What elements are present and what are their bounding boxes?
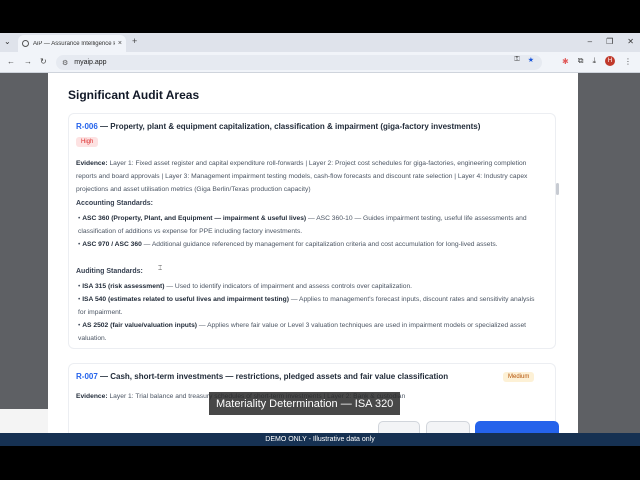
reload-icon[interactable]: ↻ [40, 57, 47, 66]
severity-badge-medium: Medium [503, 372, 535, 382]
left-white-strip [0, 409, 48, 433]
risk-title: — Property, plant & equipment capitaliza… [97, 122, 481, 131]
evidence-label: Evidence: [76, 393, 108, 400]
url-text: myaip.app [74, 59, 107, 66]
text-cursor-icon: ⌶ [158, 265, 163, 272]
evidence-text: Layer 1: Fixed asset register and capita… [76, 160, 528, 194]
severity-badge-high: High [76, 137, 99, 147]
page-title: Significant Audit Areas [68, 88, 200, 102]
risk-card-r006: R-006 — Property, plant & equipment capi… [68, 113, 556, 349]
video-caption-overlay: Materiality Determination — ISA 320 [209, 392, 401, 415]
auditing-standards-label: Auditing Standards: [76, 268, 143, 275]
bookmark-star-icon[interactable]: ★ [528, 56, 534, 64]
risk-heading: R-006 — Property, plant & equipment capi… [76, 122, 480, 131]
secondary-action-button[interactable] [426, 421, 470, 433]
accounting-standards-label: Accounting Standards: [76, 200, 154, 207]
forward-arrow-icon[interactable]: → [24, 57, 32, 66]
profile-avatar[interactable]: H [605, 56, 615, 66]
standard-name: ISA 315 (risk assessment) [82, 283, 165, 290]
restore-icon[interactable]: ❐ [606, 37, 613, 46]
new-tab-button[interactable]: + [132, 36, 137, 46]
standard-name: ASC 970 / ASC 360 [82, 241, 142, 248]
page-viewport: Significant Audit Areas R-006 — Property… [0, 73, 640, 433]
password-key-icon[interactable]: ⚿ [514, 56, 519, 64]
browser-menu-icon[interactable]: ⋮ [624, 57, 632, 66]
browser-tab-active[interactable]: AiP — Assurance Intelligence P × [18, 35, 126, 52]
address-bar[interactable]: ⚙ myaip.app ⚿ ★ [56, 55, 542, 70]
evidence-label: Evidence: [76, 160, 108, 167]
extension-icons: ✱ ⧉ ⤓ H ⋮ [562, 56, 632, 66]
bottom-letterbox [0, 446, 640, 480]
window-controls: – ❐ ✕ [588, 37, 634, 46]
tab-title: AiP — Assurance Intelligence P [33, 40, 115, 47]
extensions-puzzle-icon[interactable]: ⧉ [578, 56, 584, 66]
auditing-standard-item: • ISA 540 (estimates related to useful l… [78, 296, 535, 317]
accounting-standard-item: • ASC 360 (Property, Plant, and Equipmen… [78, 215, 527, 236]
primary-action-button[interactable] [475, 421, 559, 433]
site-info-icon[interactable]: ⚙ [62, 59, 68, 67]
secondary-action-button[interactable] [378, 421, 420, 433]
download-icon[interactable]: ⤓ [592, 56, 596, 66]
standard-name: ASC 360 (Property, Plant, and Equipment … [82, 215, 307, 222]
standard-desc: — Used to identify indicators of impairm… [164, 283, 413, 290]
risk-title: — Cash, short-term investments — restric… [97, 372, 449, 381]
content-scrollbar[interactable] [556, 183, 559, 195]
browser-tabstrip: ⌄ AiP — Assurance Intelligence P × + – ❐… [0, 33, 640, 52]
significant-audit-areas-panel: Significant Audit Areas R-006 — Property… [48, 73, 578, 433]
standard-name: ISA 540 (estimates related to useful liv… [82, 296, 289, 303]
risk-id-link[interactable]: R-006 [76, 122, 98, 131]
accounting-standard-item: • ASC 970 / ASC 360 — Additional guidanc… [78, 241, 498, 248]
auditing-standard-item: • AS 2502 (fair value/valuation inputs) … [78, 322, 527, 343]
demo-footer-banner: DEMO ONLY - Illustrative data only [0, 433, 640, 446]
tab-close-icon[interactable]: × [118, 40, 122, 47]
standard-desc: — Additional guidance referenced by mana… [141, 241, 498, 248]
site-favicon-icon [22, 40, 29, 47]
top-letterbox [0, 0, 640, 33]
standard-name: AS 2502 (fair value/valuation inputs) [82, 322, 198, 329]
risk-id-link[interactable]: R-007 [76, 372, 98, 381]
back-arrow-icon[interactable]: ← [7, 57, 15, 66]
auditing-standard-item: • ISA 315 (risk assessment) — Used to id… [78, 283, 413, 290]
evidence-paragraph: Evidence: Layer 1: Fixed asset register … [76, 157, 546, 197]
risk-heading: R-007 — Cash, short-term investments — r… [76, 372, 448, 381]
omnibox-actions: ⚿ ★ [514, 56, 534, 64]
browser-toolbar: ← → ↻ ⚙ myaip.app ⚿ ★ ✱ ⧉ ⤓ H ⋮ [0, 52, 640, 73]
close-window-icon[interactable]: ✕ [627, 37, 634, 46]
minimize-icon[interactable]: – [588, 37, 592, 46]
extension-icon[interactable]: ✱ [562, 57, 569, 66]
tab-search-chevron-icon[interactable]: ⌄ [4, 37, 11, 46]
